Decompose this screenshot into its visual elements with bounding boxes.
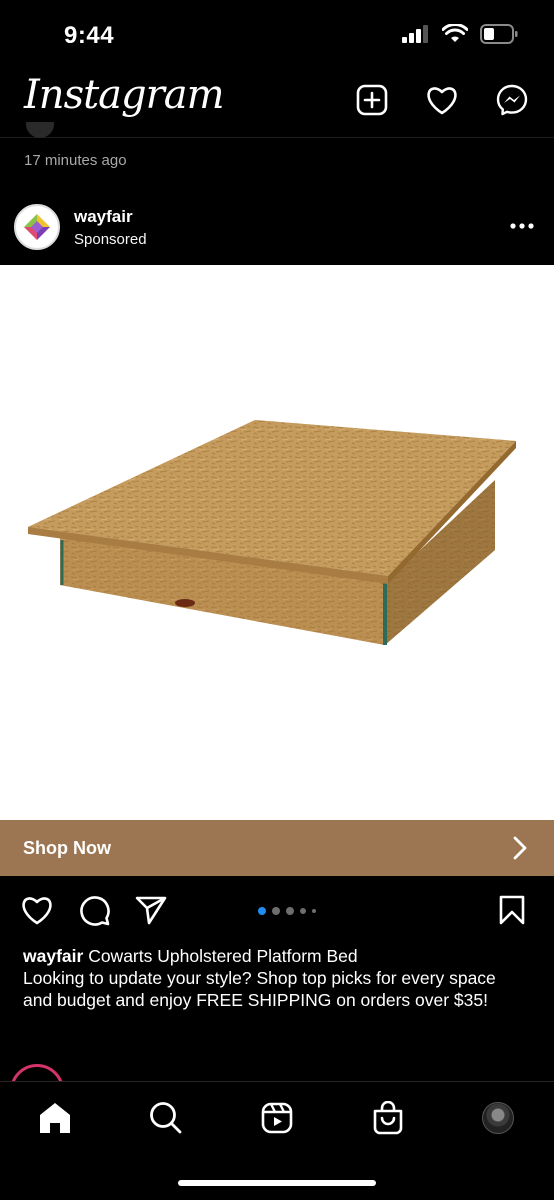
battery-icon bbox=[480, 24, 518, 44]
bookmark-icon bbox=[499, 895, 525, 925]
messenger-icon bbox=[496, 84, 528, 116]
wayfair-logo-icon bbox=[24, 214, 50, 240]
comment-button[interactable] bbox=[74, 890, 114, 930]
more-options-button[interactable] bbox=[508, 216, 536, 236]
more-icon bbox=[510, 223, 534, 229]
post-username[interactable]: wayfair bbox=[74, 207, 133, 227]
app-header: Instagram bbox=[0, 70, 554, 138]
shop-now-bar[interactable]: Shop Now bbox=[0, 820, 554, 876]
carousel-dot bbox=[272, 907, 280, 915]
shop-icon bbox=[373, 1101, 403, 1135]
nav-search[interactable] bbox=[146, 1098, 186, 1138]
search-icon bbox=[150, 1102, 182, 1134]
heart-icon bbox=[22, 897, 52, 925]
chevron-right-icon bbox=[513, 836, 527, 860]
reels-icon bbox=[261, 1102, 293, 1134]
nav-reels[interactable] bbox=[257, 1098, 297, 1138]
post-actions bbox=[0, 890, 554, 934]
shop-now-label: Shop Now bbox=[23, 838, 111, 858]
previous-post-timestamp: 17 minutes ago bbox=[24, 152, 127, 169]
post-image[interactable] bbox=[0, 265, 554, 820]
like-button[interactable] bbox=[17, 890, 57, 930]
nav-shop[interactable] bbox=[368, 1098, 408, 1138]
caption-username[interactable]: wayfair bbox=[23, 946, 83, 966]
carousel-dot bbox=[312, 909, 316, 913]
share-button[interactable] bbox=[131, 890, 171, 930]
home-icon bbox=[40, 1103, 70, 1133]
post-header: wayfair Sponsored bbox=[0, 196, 554, 264]
platform-bed-image bbox=[28, 420, 516, 645]
home-indicator bbox=[178, 1180, 376, 1186]
nav-home[interactable] bbox=[35, 1098, 75, 1138]
caption-title: Cowarts Upholstered Platform Bed bbox=[88, 946, 358, 966]
post-caption: wayfair Cowarts Upholstered Platform Bed… bbox=[23, 945, 528, 1011]
heart-icon bbox=[427, 87, 457, 115]
share-icon bbox=[135, 896, 167, 925]
header-actions bbox=[354, 82, 530, 118]
nav-profile[interactable] bbox=[478, 1098, 518, 1138]
status-bar: 9:44 bbox=[0, 0, 554, 70]
wifi-icon bbox=[442, 24, 468, 42]
status-icons bbox=[402, 24, 518, 44]
messenger-button[interactable] bbox=[494, 82, 530, 118]
carousel-dot bbox=[258, 907, 266, 915]
new-post-button[interactable] bbox=[354, 82, 390, 118]
caption-title-row: wayfair Cowarts Upholstered Platform Bed bbox=[23, 945, 528, 967]
carousel-dot bbox=[286, 907, 294, 915]
activity-button[interactable] bbox=[424, 82, 460, 118]
status-time: 9:44 bbox=[64, 22, 115, 49]
carousel-indicator bbox=[258, 907, 316, 915]
wayfair-avatar[interactable] bbox=[14, 204, 60, 250]
caption-text: Looking to update your style? Shop top p… bbox=[23, 968, 496, 1010]
signal-icon bbox=[402, 25, 428, 43]
comment-icon bbox=[80, 896, 110, 926]
sponsored-label: Sponsored bbox=[74, 231, 147, 248]
profile-avatar bbox=[482, 1102, 514, 1134]
carousel-dot bbox=[300, 908, 306, 914]
plus-square-icon bbox=[356, 84, 388, 116]
instagram-logo[interactable]: Instagram bbox=[24, 72, 225, 118]
save-button[interactable] bbox=[492, 890, 532, 930]
